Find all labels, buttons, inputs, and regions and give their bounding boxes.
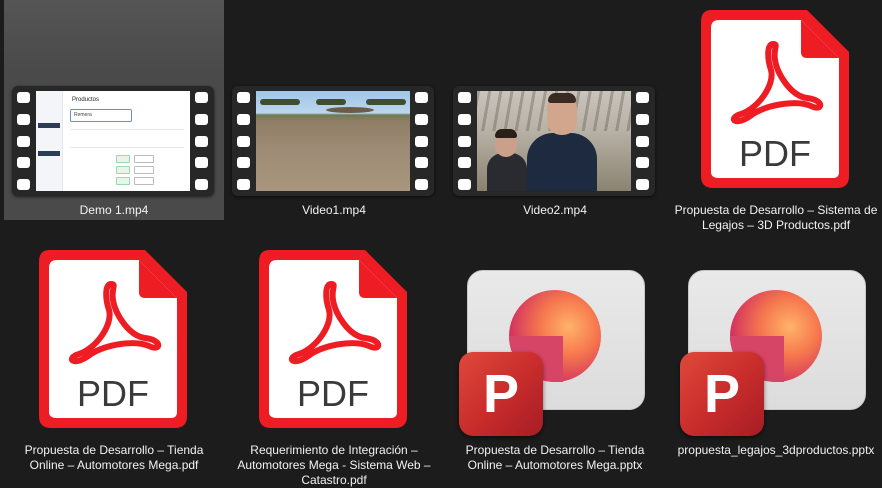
- video-frame-preview: Productos Remera: [36, 91, 190, 191]
- film-strip-icon: [453, 86, 655, 196]
- preview-title: Productos: [72, 97, 100, 103]
- pdf-label: PDF: [739, 133, 811, 174]
- file-tile-pptx-tienda-online[interactable]: P Propuesta de Desarrollo – Tienda Onlin…: [445, 240, 665, 472]
- video-thumbnail: [224, 0, 444, 200]
- file-name: Requerimiento de Integración – Automotor…: [237, 443, 431, 487]
- file-name: Propuesta de Desarrollo – Sistema de Leg…: [674, 203, 878, 232]
- file-name: Video2.mp4: [523, 203, 587, 217]
- file-name: Propuesta de Desarrollo – Tienda Online …: [465, 443, 645, 472]
- file-name: propuesta_legajos_3dproductos.pptx: [677, 443, 875, 457]
- video-thumbnail: Productos Remera: [4, 0, 224, 200]
- powerpoint-file-icon: P: [680, 270, 870, 440]
- file-tile-pdf-requerimiento[interactable]: PDF Requerimiento de Integración – Autom…: [224, 240, 444, 487]
- file-name: Video1.mp4: [302, 203, 366, 217]
- file-tile-pdf-tienda-online[interactable]: PDF Propuesta de Desarrollo – Tienda Onl…: [4, 240, 224, 472]
- file-tile-video1-mp4[interactable]: Video1.mp4: [224, 0, 444, 220]
- powerpoint-letter: P: [680, 352, 764, 436]
- powerpoint-letter: P: [459, 352, 543, 436]
- file-tile-video2-mp4[interactable]: Video2.mp4: [445, 0, 665, 220]
- file-name: Demo 1.mp4: [79, 203, 149, 217]
- file-tile-demo-1-mp4[interactable]: Productos Remera Demo 1.mp4: [4, 0, 224, 220]
- pdf-label: PDF: [77, 373, 149, 414]
- film-strip-icon: [232, 86, 434, 196]
- video-thumbnail: [445, 0, 665, 200]
- video-frame-preview: [477, 91, 631, 191]
- video-frame-preview: [256, 91, 410, 191]
- pdf-file-icon: PDF: [259, 250, 407, 428]
- film-strip-icon: Productos Remera: [12, 86, 214, 196]
- file-tile-pdf-legajos[interactable]: PDF Propuesta de Desarrollo – Sistema de…: [666, 0, 882, 232]
- file-tile-pptx-legajos[interactable]: P propuesta_legajos_3dproductos.pptx: [666, 240, 882, 460]
- powerpoint-file-icon: P: [459, 270, 649, 440]
- file-name: Propuesta de Desarrollo – Tienda Online …: [24, 443, 204, 472]
- pdf-file-icon: PDF: [701, 10, 849, 188]
- pdf-file-icon: PDF: [39, 250, 187, 428]
- preview-field: Remera: [74, 112, 92, 118]
- pdf-label: PDF: [297, 373, 369, 414]
